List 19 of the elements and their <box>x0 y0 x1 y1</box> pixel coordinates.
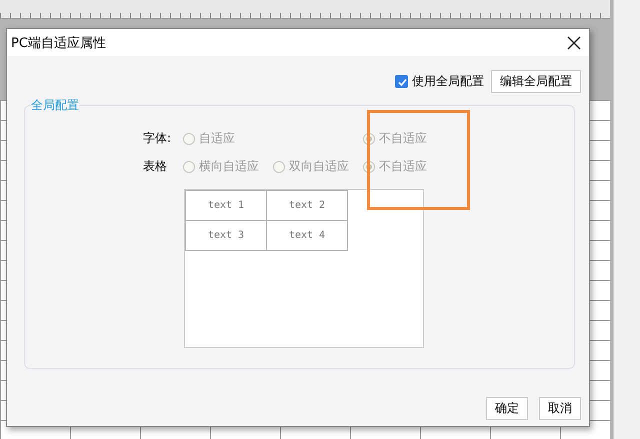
row-label: 字体: <box>143 130 172 147</box>
window-title: PC端自适应属性 <box>11 34 106 52</box>
table-cell: text 4 <box>266 220 348 250</box>
checkbox-label: 使用全局配置 <box>412 73 484 90</box>
group-legend: 全局配置 <box>31 97 79 114</box>
row-label: 表格 <box>143 158 168 175</box>
radio-label: 不自适应 <box>379 130 427 147</box>
radio-label: 自适应 <box>199 130 235 147</box>
table-cell: text 2 <box>266 190 348 220</box>
radio-label: 不自适应 <box>379 158 427 175</box>
close-icon[interactable] <box>567 36 581 50</box>
radio-label: 横向自适应 <box>199 158 259 175</box>
table-cell: text 3 <box>186 220 266 250</box>
dialog-button[interactable]: 确定 <box>486 397 528 420</box>
radio-label: 双向自适应 <box>289 158 349 175</box>
table-cell: text 1 <box>186 190 266 220</box>
edit-global-button[interactable]: 编辑全局配置 <box>491 70 581 93</box>
dialog-button[interactable]: 取消 <box>539 397 581 420</box>
checkbox[interactable] <box>395 75 408 88</box>
